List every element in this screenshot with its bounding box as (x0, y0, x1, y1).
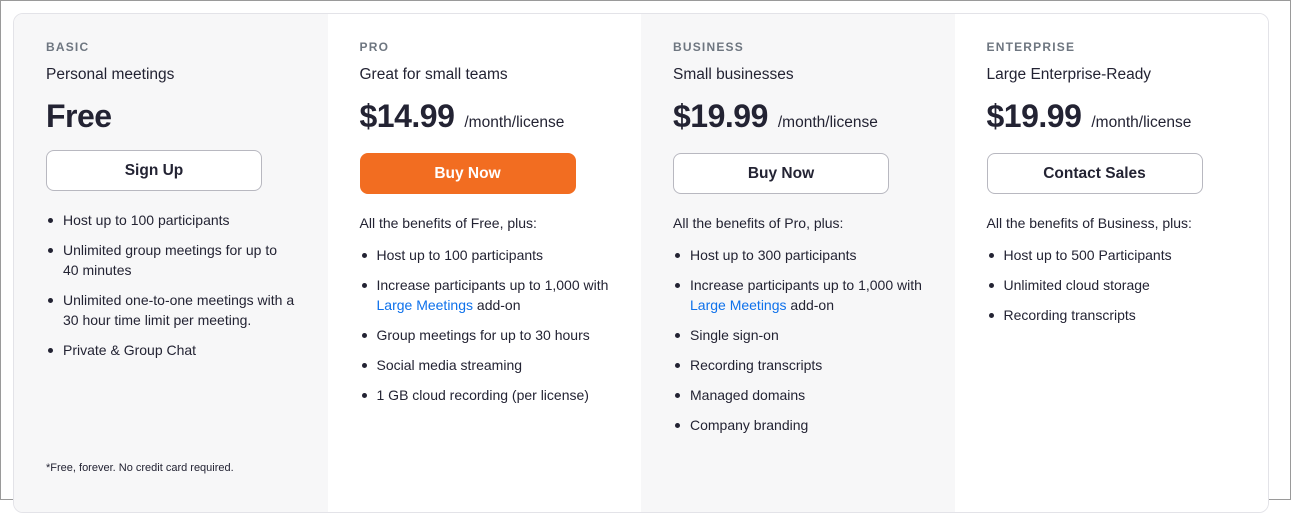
feature-text: Unlimited group meetings for up to 40 mi… (63, 242, 277, 278)
bullet-icon (675, 333, 680, 338)
plan-price: $19.99 (673, 98, 768, 134)
feature-item: Unlimited one-to-one meetings with a 30 … (46, 290, 296, 330)
feature-list: Host up to 100 participants Increase par… (360, 245, 610, 405)
contact-sales-button[interactable]: Contact Sales (986, 153, 1203, 194)
window-frame: BASIC Personal meetings Free Sign Up Hos… (0, 0, 1291, 513)
bullet-icon (988, 283, 994, 288)
feature-item: Social media streaming (360, 355, 610, 375)
bullet-icon (361, 283, 367, 288)
plan-tagline: Large Enterprise-Ready (986, 66, 1152, 83)
feature-item: Private & Group Chat (46, 340, 296, 360)
pricing-card: BASIC Personal meetings Free Sign Up Hos… (13, 13, 1269, 513)
feature-item: Increase participants up to 1,000 with L… (360, 275, 610, 315)
feature-text: Recording transcripts (690, 357, 823, 373)
bullet-icon (361, 363, 367, 368)
bullet-icon (675, 253, 680, 258)
feature-text: Social media streaming (376, 357, 523, 373)
plan-price-unit: /month/license (464, 114, 565, 131)
feature-item: Host up to 100 participants (360, 245, 610, 265)
bullet-icon (675, 363, 680, 368)
large-meetings-link[interactable]: Large Meetings (690, 297, 787, 313)
buy-now-button[interactable]: Buy Now (673, 153, 889, 194)
feature-item: Group meetings for up to 30 hours (360, 325, 610, 345)
bullet-icon (361, 393, 367, 398)
feature-list: Host up to 500 Participants Unlimited cl… (987, 245, 1237, 325)
plan-tier-label: BASIC (46, 40, 90, 54)
bullet-icon (675, 283, 680, 288)
feature-item: Company branding (673, 415, 923, 435)
plan-benefits-intro: All the benefits of Free, plus: (359, 215, 537, 231)
plan-tagline: Personal meetings (46, 66, 175, 83)
feature-text: 1 GB cloud recording (per license) (376, 387, 589, 403)
plan-tagline: Small businesses (673, 66, 794, 83)
sign-up-button[interactable]: Sign Up (46, 150, 262, 191)
feature-text: Host up to 100 participants (376, 247, 544, 263)
plan-business: BUSINESS Small businesses $19.99 /month/… (641, 14, 955, 512)
feature-item: Increase participants up to 1,000 with L… (673, 275, 923, 315)
feature-text: Managed domains (690, 387, 806, 403)
feature-text: Private & Group Chat (63, 342, 197, 358)
feature-text: Host up to 100 participants (63, 212, 230, 228)
feature-text: Recording transcripts (1003, 307, 1136, 323)
bullet-icon (675, 423, 680, 428)
feature-text-suffix: add-on (476, 297, 521, 313)
buy-now-button[interactable]: Buy Now (359, 153, 576, 194)
feature-item: Single sign-on (673, 325, 923, 345)
feature-item: Unlimited cloud storage (987, 275, 1237, 295)
feature-text: Unlimited one-to-one meetings with a 30 … (63, 292, 295, 328)
plan-price-row: $19.99 /month/license (987, 98, 1237, 142)
bullet-icon (988, 313, 994, 318)
plan-enterprise: ENTERPRISE Large Enterprise-Ready $19.99… (954, 14, 1268, 512)
bullet-icon (361, 333, 367, 338)
plan-price: $19.99 (986, 98, 1082, 134)
feature-list: Host up to 100 participants Unlimited gr… (46, 210, 296, 360)
feature-text: Host up to 500 Participants (1003, 247, 1172, 263)
feature-item: Recording transcripts (673, 355, 923, 375)
plan-tier-label: ENTERPRISE (986, 40, 1076, 54)
feature-text: Single sign-on (690, 327, 779, 343)
feature-item: Recording transcripts (987, 305, 1237, 325)
feature-item: 1 GB cloud recording (per license) (360, 385, 610, 405)
bullet-icon (675, 393, 680, 398)
plan-tagline: Great for small teams (359, 66, 508, 83)
plan-price-unit: /month/license (777, 114, 878, 131)
bullet-icon (48, 218, 53, 223)
feature-item: Managed domains (673, 385, 923, 405)
feature-item: Host up to 500 Participants (987, 245, 1237, 265)
plan-price: Free (46, 98, 112, 134)
bullet-icon (48, 298, 53, 303)
plan-price-row: Free (46, 98, 296, 142)
feature-item: Host up to 100 participants (46, 210, 296, 230)
bullet-icon (988, 253, 994, 258)
bullet-icon (48, 248, 53, 253)
plan-price-unit: /month/license (1091, 114, 1192, 131)
plan-tier-label: PRO (359, 40, 390, 54)
feature-text: Company branding (690, 417, 809, 433)
feature-text: Increase participants up to 1,000 with (376, 277, 609, 293)
feature-text: Unlimited cloud storage (1003, 277, 1150, 293)
plan-price: $14.99 (359, 98, 455, 134)
feature-text: Increase participants up to 1,000 with (690, 277, 922, 293)
feature-text-suffix: add-on (790, 297, 834, 313)
feature-text: Host up to 300 participants (690, 247, 857, 263)
bullet-icon (48, 348, 53, 353)
feature-item: Unlimited group meetings for up to 40 mi… (46, 240, 296, 280)
plan-price-row: $19.99 /month/license (673, 98, 923, 142)
large-meetings-link[interactable]: Large Meetings (377, 297, 474, 313)
feature-item: Host up to 300 participants (673, 245, 923, 265)
plan-benefits-intro: All the benefits of Pro, plus: (673, 215, 844, 231)
plan-price-row: $14.99 /month/license (360, 98, 610, 142)
footnote: *Free, forever. No credit card required. (46, 462, 234, 474)
bullet-icon (361, 253, 367, 258)
plan-benefits-intro: All the benefits of Business, plus: (986, 215, 1192, 231)
plan-pro: PRO Great for small teams $14.99 /month/… (327, 14, 641, 512)
plan-basic: BASIC Personal meetings Free Sign Up Hos… (14, 14, 328, 512)
plan-tier-label: BUSINESS (673, 40, 744, 54)
feature-list: Host up to 300 participants Increase par… (673, 245, 923, 435)
feature-text: Group meetings for up to 30 hours (376, 327, 590, 343)
